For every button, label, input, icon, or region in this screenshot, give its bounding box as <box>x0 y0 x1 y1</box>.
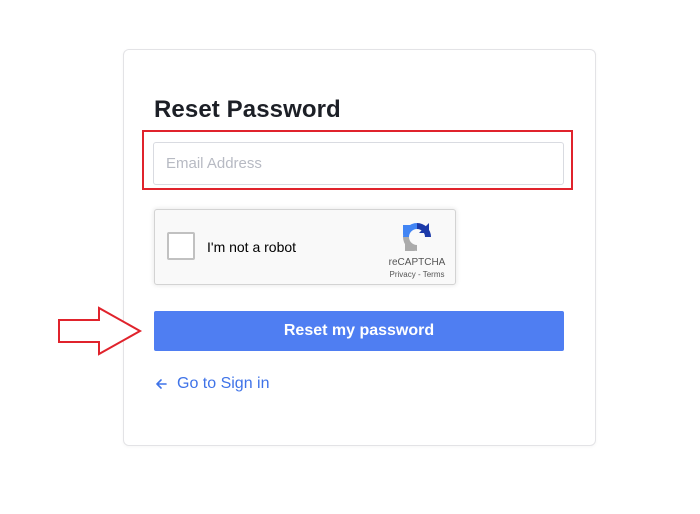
reset-password-button[interactable]: Reset my password <box>154 311 564 351</box>
recaptcha-terms-link[interactable]: Terms <box>423 270 445 279</box>
recaptcha-label: I'm not a robot <box>207 239 297 255</box>
recaptcha-privacy-link[interactable]: Privacy <box>390 270 416 279</box>
email-field[interactable] <box>153 142 564 185</box>
recaptcha-links: Privacy - Terms <box>377 270 457 279</box>
page-title: Reset Password <box>154 96 341 123</box>
recaptcha-brand: reCAPTCHA <box>388 257 446 268</box>
recaptcha-checkbox[interactable] <box>167 232 195 260</box>
go-to-sign-in-label: Go to Sign in <box>177 375 270 392</box>
arrow-left-icon <box>156 379 167 389</box>
go-to-sign-in-link[interactable]: Go to Sign in <box>155 375 270 393</box>
recaptcha-logo-icon <box>403 223 431 251</box>
recaptcha-widget: I'm not a robot reCAPTCHA Privacy - Term… <box>154 209 456 285</box>
recaptcha-link-separator: - <box>415 270 423 279</box>
pointer-arrow-annotation <box>58 306 143 356</box>
